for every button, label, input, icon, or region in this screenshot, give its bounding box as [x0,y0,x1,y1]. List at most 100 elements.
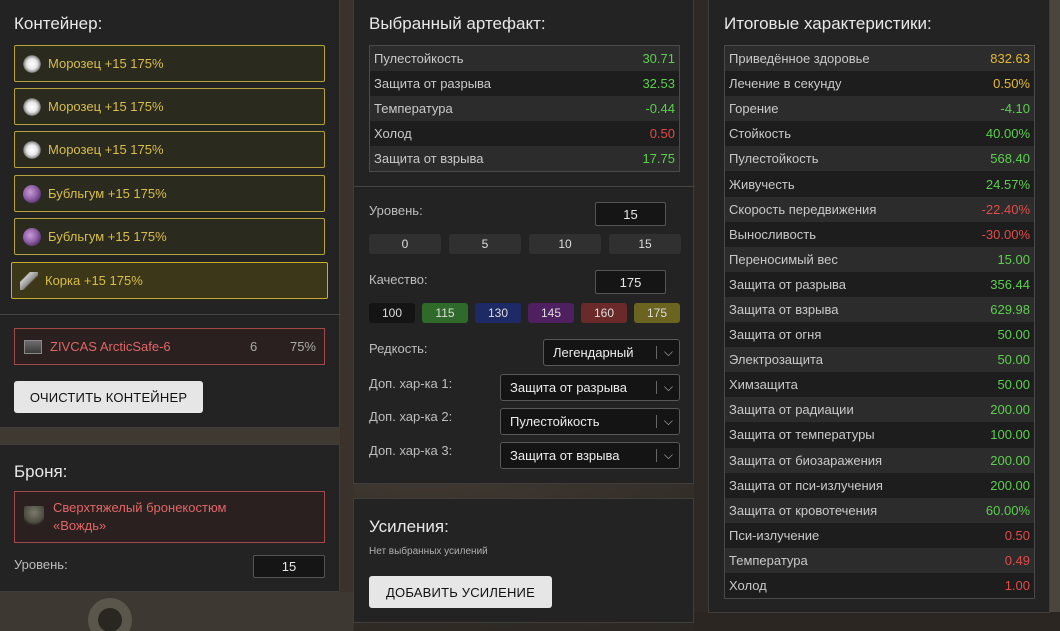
stat-name: Защита от взрыва [729,301,839,317]
container-slot-1[interactable]: Морозец +15 175% [14,45,325,82]
stat-value: 60.00% [985,502,1030,518]
slot-label: Бубльгум +15 175% [48,229,167,244]
container-slot-2[interactable]: Морозец +15 175% [14,88,325,125]
stat-value: -22.40% [981,201,1030,217]
table-row: Защита от кровотечения 60.00% [725,497,1034,523]
stat-name: Холод [729,578,767,594]
table-row: Холод 1.00 [725,572,1034,599]
extra2-value: Пулестойкость [510,414,600,429]
table-row: Живучесть 24.57% [725,171,1034,197]
stat-value: 50.00 [997,377,1030,393]
stat-value: 1.00 [1004,578,1030,594]
quality-preset-130[interactable]: 130 [475,303,521,323]
stat-value: 200.00 [990,452,1030,468]
extra3-select[interactable]: Защита от взрыва ⌵ [500,442,680,469]
extra3-value: Защита от взрыва [510,448,620,463]
extra2-select[interactable]: Пулестойкость ⌵ [500,408,680,435]
level-preset-5[interactable]: 5 [449,234,521,254]
boosts-panel: Усиления: Нет выбранных усилений ДОБАВИТ… [353,498,694,623]
stat-name: Температура [374,101,453,117]
container-slot-3[interactable]: Морозец +15 175% [14,131,325,168]
stat-value: 24.57% [985,176,1030,192]
slot-label: Морозец +15 175% [48,56,164,71]
rarity-select[interactable]: Легендарный ⌵ [543,339,680,366]
container-item[interactable]: ZIVCAS ArcticSafe-6 6 75% [14,328,325,365]
stat-value: 356.44 [990,276,1030,292]
table-row: Холод 0.50 [370,121,679,147]
artifact-quality-input[interactable]: 175 [595,270,666,294]
armor-item[interactable]: Сверхтяжелый бронекостюм «Вождь» [14,491,325,543]
quality-preset-100[interactable]: 100 [369,303,415,323]
stat-value: 0.49 [1004,552,1030,568]
stat-value: -4.10 [1000,101,1030,117]
stat-name: Защита от температуры [729,427,875,443]
container-title: Контейнер: [14,14,103,33]
armor-panel: Броня: Сверхтяжелый бронекостюм «Вождь» … [0,444,340,592]
table-row: Пси-излучение 0.50 [725,522,1034,548]
stat-value: 568.40 [990,151,1030,167]
stat-name: Холод [374,126,412,142]
stat-name: Защита от разрыва [374,76,492,92]
stat-name: Горение [729,101,779,117]
clear-container-button[interactable]: ОЧИСТИТЬ КОНТЕЙНЕР [14,381,203,413]
artifact-panel: Выбранный артефакт: Пулестойкость 30.71 … [353,0,695,484]
quality-preset-145[interactable]: 145 [528,303,574,323]
armor-level-input[interactable]: 15 [253,555,325,578]
stat-value: 200.00 [990,402,1030,418]
artifact-level-input[interactable]: 15 [595,202,666,226]
slot-label: Морозец +15 175% [48,99,164,114]
stat-value: -30.00% [981,226,1030,242]
stat-value: 0.50% [993,76,1030,92]
stat-name: Защита от разрыва [729,276,847,292]
container-panel: Контейнер: Морозец +15 175% Морозец +15 … [0,0,341,428]
table-row: Пулестойкость 30.71 [370,46,679,72]
stat-value: 0.50 [649,126,675,142]
stat-value: 0.50 [1004,527,1030,543]
table-row: Химзащита 50.00 [725,372,1034,398]
artifact-title: Выбранный артефакт: [369,14,546,33]
container-slot-4[interactable]: Бубльгум +15 175% [14,175,325,212]
quality-preset-160[interactable]: 160 [581,303,627,323]
extra1-select[interactable]: Защита от разрыва ⌵ [500,374,680,401]
stat-name: Лечение в секунду [729,76,842,92]
stat-value: 30.71 [642,51,675,67]
stat-value: 100.00 [990,427,1030,443]
table-row: Выносливость -30.00% [725,221,1034,247]
stat-name: Температура [729,552,808,568]
table-row: Защита от пси-излучения 200.00 [725,472,1034,498]
level-preset-15[interactable]: 15 [609,234,681,254]
table-row: Защита от разрыва 32.53 [370,71,679,97]
boosts-title: Усиления: [369,517,449,536]
bubblegum-artifact-icon [23,227,41,246]
table-row: Переносимый вес 15.00 [725,246,1034,272]
divider [0,314,341,315]
container-slot-6[interactable]: Корка +15 175% [11,262,328,299]
stat-name: Защита от огня [729,327,822,343]
totals-stats-table: Приведённое здоровье 832.63 Лечение в секу… [724,45,1035,600]
rarity-label: Редкость: [369,341,428,356]
stat-name: Приведённое здоровье [729,51,870,67]
chevron-down-icon: ⌵ [656,375,673,400]
totals-panel: Итоговые характеристики: Приведённое здо… [708,0,1050,613]
level-preset-10[interactable]: 10 [529,234,601,254]
quality-preset-115[interactable]: 115 [422,303,468,323]
level-preset-0[interactable]: 0 [369,234,441,254]
stat-value: 832.63 [990,51,1030,67]
crust-artifact-icon [20,271,38,290]
stat-name: Живучесть [729,176,795,192]
container-slot-5[interactable]: Бубльгум +15 175% [14,218,325,255]
chevron-down-icon: ⌵ [656,443,673,468]
stat-value: 40.00% [985,126,1030,142]
stat-name: Защита от взрыва [374,151,484,167]
table-row: Лечение в секунду 0.50% [725,71,1034,97]
rarity-value: Легендарный [553,345,634,360]
add-boost-button[interactable]: ДОБАВИТЬ УСИЛЕНИЕ [369,576,552,608]
quality-preset-175[interactable]: 175 [634,303,680,323]
container-icon [24,339,42,354]
table-row: Пулестойкость 568.40 [725,146,1034,172]
stat-name: Пси-излучение [729,527,820,543]
totals-title: Итоговые характеристики: [724,14,932,33]
artifact-quality-label: Качество: [369,272,428,287]
stat-name: Скорость передвижения [729,201,877,217]
stat-name: Химзащита [729,377,798,393]
